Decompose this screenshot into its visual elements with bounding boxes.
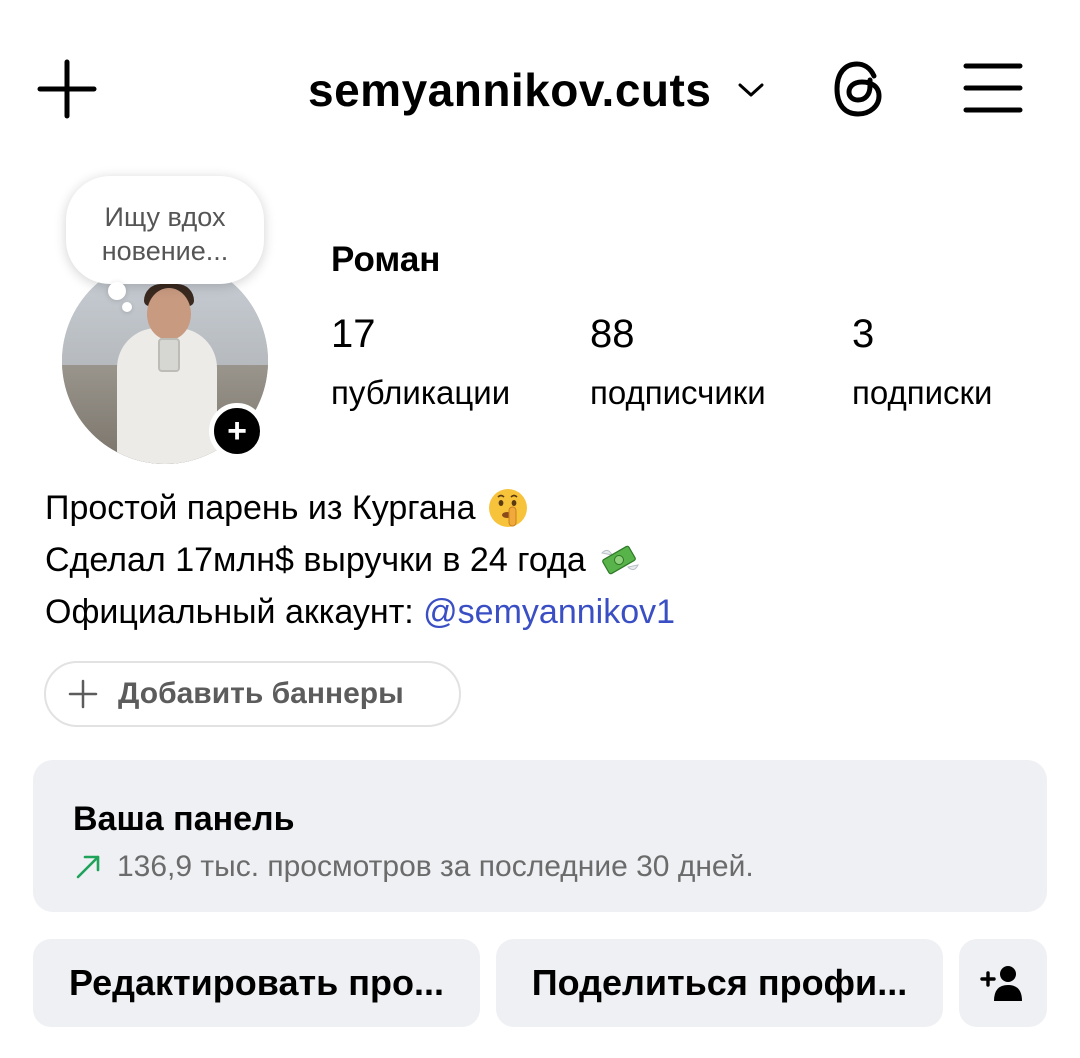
profile-name: Роман bbox=[331, 240, 441, 279]
username: semyannikov.cuts bbox=[308, 64, 712, 116]
account-switcher[interactable]: semyannikov.cuts bbox=[308, 62, 765, 118]
threads-icon bbox=[834, 61, 882, 117]
chevron-down-icon bbox=[738, 83, 764, 97]
money-with-wings-emoji-icon bbox=[600, 545, 639, 575]
dashboard-subtitle: 136,9 тыс. просмотров за последние 30 дн… bbox=[73, 850, 754, 884]
stat-label: публикации bbox=[331, 374, 511, 411]
bio-text: Официальный аккаунт: bbox=[45, 593, 424, 631]
profile-bio: Простой парень из Кургана Сделал 17млн$ … bbox=[45, 482, 675, 638]
top-bar: semyannikov.cuts bbox=[0, 0, 1080, 180]
dashboard-title: Ваша панель bbox=[73, 800, 295, 838]
hamburger-menu-icon bbox=[963, 63, 1023, 113]
share-profile-label: Поделиться профи... bbox=[531, 962, 908, 1003]
plus-icon bbox=[37, 59, 97, 119]
add-banners-label: Добавить баннеры bbox=[118, 677, 404, 710]
note-bubble-tail-small bbox=[122, 302, 132, 312]
trend-up-arrow-icon bbox=[76, 855, 100, 879]
bio-line: Сделал 17млн$ выручки в 24 года bbox=[45, 534, 675, 586]
stat-followers[interactable]: 88 подписчики bbox=[590, 312, 766, 412]
bio-text: Сделал 17млн$ выручки в 24 года bbox=[45, 541, 586, 579]
stat-value: 88 bbox=[590, 312, 635, 356]
note-bubble-tail bbox=[108, 282, 126, 300]
stat-posts[interactable]: 17 публикации bbox=[331, 312, 510, 412]
avatar-face bbox=[147, 288, 191, 340]
bio-line: Официальный аккаунт: @semyannikov1 bbox=[45, 586, 675, 638]
dashboard-views-text: 136,9 тыс. просмотров за последние 30 дн… bbox=[117, 850, 754, 883]
stat-label: подписчики bbox=[590, 374, 766, 411]
avatar-phone bbox=[158, 338, 180, 372]
edit-profile-label: Редактировать про... bbox=[69, 962, 444, 1003]
create-button[interactable] bbox=[36, 58, 98, 120]
edit-profile-button[interactable]: Редактировать про... bbox=[33, 939, 480, 1027]
bio-text: Простой парень из Кургана bbox=[45, 489, 476, 527]
add-banners-button[interactable]: Добавить баннеры bbox=[44, 661, 461, 727]
menu-button[interactable] bbox=[962, 60, 1024, 116]
bio-line: Простой парень из Кургана bbox=[45, 482, 675, 534]
professional-dashboard[interactable]: Ваша панель 136,9 тыс. просмотров за пос… bbox=[33, 760, 1047, 912]
discover-people-button[interactable] bbox=[959, 939, 1047, 1027]
add-person-icon bbox=[980, 966, 1022, 1001]
profile-note[interactable]: Ищу вдох новение... bbox=[66, 176, 264, 284]
threads-button[interactable] bbox=[830, 58, 888, 120]
plus-icon bbox=[68, 679, 98, 709]
stat-value: 3 bbox=[852, 312, 875, 356]
threads-profile-link[interactable]: @semyannikov1 bbox=[423, 586, 675, 638]
stat-following[interactable]: 3 подписки bbox=[852, 312, 992, 412]
stat-label: подписки bbox=[852, 374, 993, 411]
add-story-button[interactable]: + bbox=[209, 403, 265, 459]
stat-value: 17 bbox=[331, 312, 376, 356]
share-profile-button[interactable]: Поделиться профи... bbox=[496, 939, 943, 1027]
note-text-line1: Ищу вдох bbox=[104, 202, 226, 232]
note-text-line2: новение... bbox=[101, 236, 229, 266]
shushing-face-emoji-icon bbox=[489, 489, 528, 527]
plus-icon: + bbox=[227, 412, 247, 450]
